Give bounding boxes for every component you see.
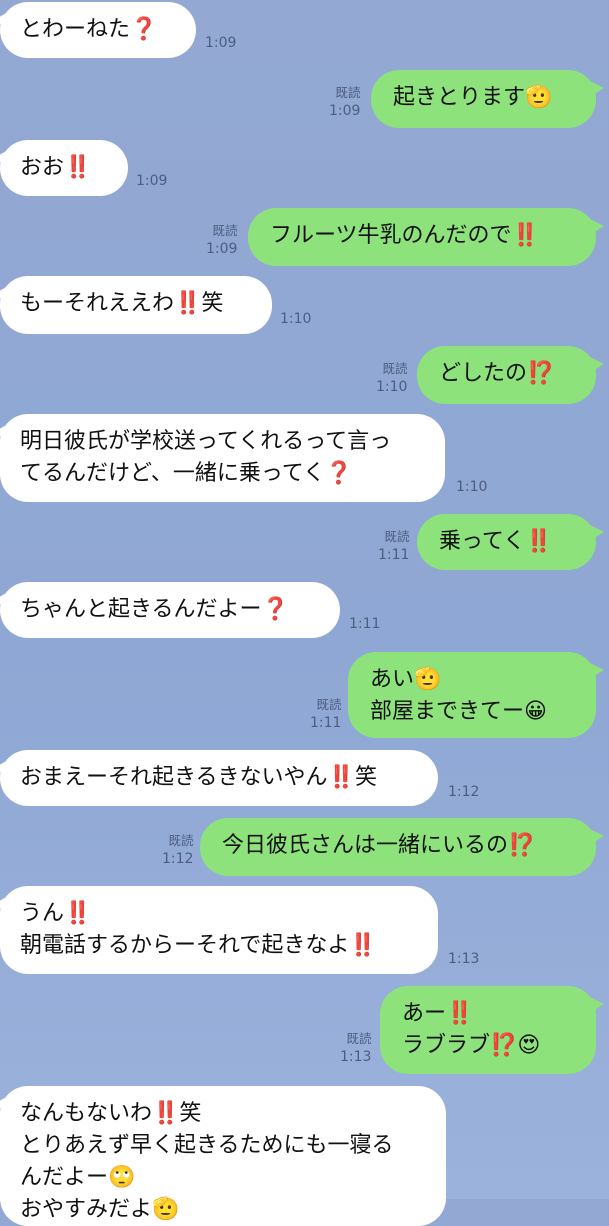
message-text: おまえーそれ起きるきないやん‼️笑 <box>20 765 377 790</box>
message-text: フルーツ牛乳のんだので‼️ <box>270 223 539 248</box>
message-text: あー‼️ <box>402 1001 474 1026</box>
message-time: 1:11 <box>378 547 410 563</box>
outgoing-message-bubble[interactable]: 乗ってく‼️ <box>417 514 604 570</box>
read-receipt: 既読 <box>335 85 361 100</box>
read-receipt: 既読 <box>384 529 410 544</box>
outgoing-message-bubble[interactable]: 起きとります🫡 <box>371 70 604 128</box>
message-time: 1:11 <box>310 715 342 731</box>
message-text: うん‼️ <box>20 901 92 926</box>
message-text: とわーねた❓ <box>20 17 158 42</box>
message-text: とりあえず早く起きるためにも一寝る <box>20 1133 394 1158</box>
message-meta: 1:10 <box>456 478 487 496</box>
message-meta: 既読 1:12 <box>162 832 193 868</box>
read-receipt: 既読 <box>316 697 342 712</box>
message-time: 1:09 <box>329 103 361 119</box>
message-text: おお‼️ <box>20 155 92 180</box>
incoming-message-bubble[interactable]: もーそれええわ‼️笑 <box>0 276 272 334</box>
read-receipt: 既読 <box>168 833 194 848</box>
incoming-message-bubble[interactable]: ちゃんと起きるんだよー❓ <box>0 582 340 638</box>
message-meta: 1:09 <box>205 34 236 52</box>
message-text: ちゃんと起きるんだよー❓ <box>20 597 289 622</box>
message-text: ラブラブ⁉️😍 <box>402 1033 541 1058</box>
incoming-message-bubble[interactable]: うん‼️ 朝電話するからーそれで起きなよ‼️ <box>0 886 438 974</box>
message-meta: 1:13 <box>448 950 479 968</box>
message-meta: 既読 1:09 <box>329 84 360 120</box>
message-time: 1:11 <box>349 616 381 632</box>
message-meta: 1:09 <box>136 172 167 190</box>
outgoing-message-bubble[interactable]: あー‼️ ラブラブ⁉️😍 <box>380 986 604 1074</box>
message-meta: 既読 1:11 <box>378 528 409 564</box>
incoming-message-bubble[interactable]: 明日彼氏が学校送ってくれるって言っ てるんだけど、一緒に乗ってく❓ <box>0 414 445 502</box>
message-meta: 既読 1:13 <box>340 1030 371 1066</box>
message-time: 1:12 <box>162 851 194 867</box>
outgoing-message-bubble[interactable]: あい🫡 部屋まできてー😀 <box>348 652 604 738</box>
message-time: 1:13 <box>448 951 480 967</box>
outgoing-message-bubble[interactable]: どしたの⁉️ <box>417 346 604 404</box>
incoming-message-bubble[interactable]: おまえーそれ起きるきないやん‼️笑 <box>0 750 438 806</box>
message-meta: 既読 1:10 <box>376 360 407 396</box>
chat-area: とわーねた❓ 1:09 既読 1:09 起きとります🫡 おお‼️ 1:09 既読… <box>0 0 609 1226</box>
outgoing-message-bubble[interactable]: フルーツ牛乳のんだので‼️ <box>248 208 604 266</box>
message-meta: 既読 1:09 <box>206 222 237 258</box>
message-time: 1:09 <box>136 173 168 189</box>
read-receipt: 既読 <box>346 1031 372 1046</box>
message-time: 1:09 <box>206 241 238 257</box>
message-meta: 1:12 <box>448 783 479 801</box>
incoming-message-bubble[interactable]: とわーねた❓ <box>0 2 196 58</box>
message-meta: 1:10 <box>280 310 311 328</box>
message-text: なんもないわ‼️笑 <box>20 1101 202 1126</box>
message-time: 1:10 <box>376 379 408 395</box>
incoming-message-bubble[interactable]: なんもないわ‼️笑 とりあえず早く起きるためにも一寝る んだよー🙄 おやすみだよ… <box>0 1086 446 1226</box>
message-meta: 既読 1:11 <box>310 696 341 732</box>
message-text: もーそれええわ‼️笑 <box>20 291 224 316</box>
read-receipt: 既読 <box>212 223 238 238</box>
message-text: 乗ってく‼️ <box>439 529 553 554</box>
message-time: 1:09 <box>205 35 237 51</box>
message-time: 1:10 <box>456 479 488 495</box>
message-text: 今日彼氏さんは一緒にいるの⁉️ <box>222 833 536 858</box>
message-text: 部屋まできてー😀 <box>370 699 547 724</box>
message-meta: 1:11 <box>349 615 380 633</box>
outgoing-message-bubble[interactable]: 今日彼氏さんは一緒にいるの⁉️ <box>200 818 604 876</box>
message-text: 起きとります🫡 <box>393 85 553 110</box>
message-text: 明日彼氏が学校送ってくれるって言っ <box>20 429 392 454</box>
message-text: てるんだけど、一緒に乗ってく❓ <box>20 461 353 486</box>
message-time: 1:10 <box>280 311 312 327</box>
message-text: 朝電話するからーそれで起きなよ‼️ <box>20 933 377 958</box>
incoming-message-bubble[interactable]: おお‼️ <box>0 140 128 196</box>
message-time: 1:13 <box>340 1049 372 1065</box>
message-text: あい🫡 <box>370 667 442 692</box>
read-receipt: 既読 <box>382 361 408 376</box>
message-text: んだよー🙄 <box>20 1165 136 1190</box>
message-text: どしたの⁉️ <box>439 361 555 386</box>
message-time: 1:12 <box>448 784 480 800</box>
